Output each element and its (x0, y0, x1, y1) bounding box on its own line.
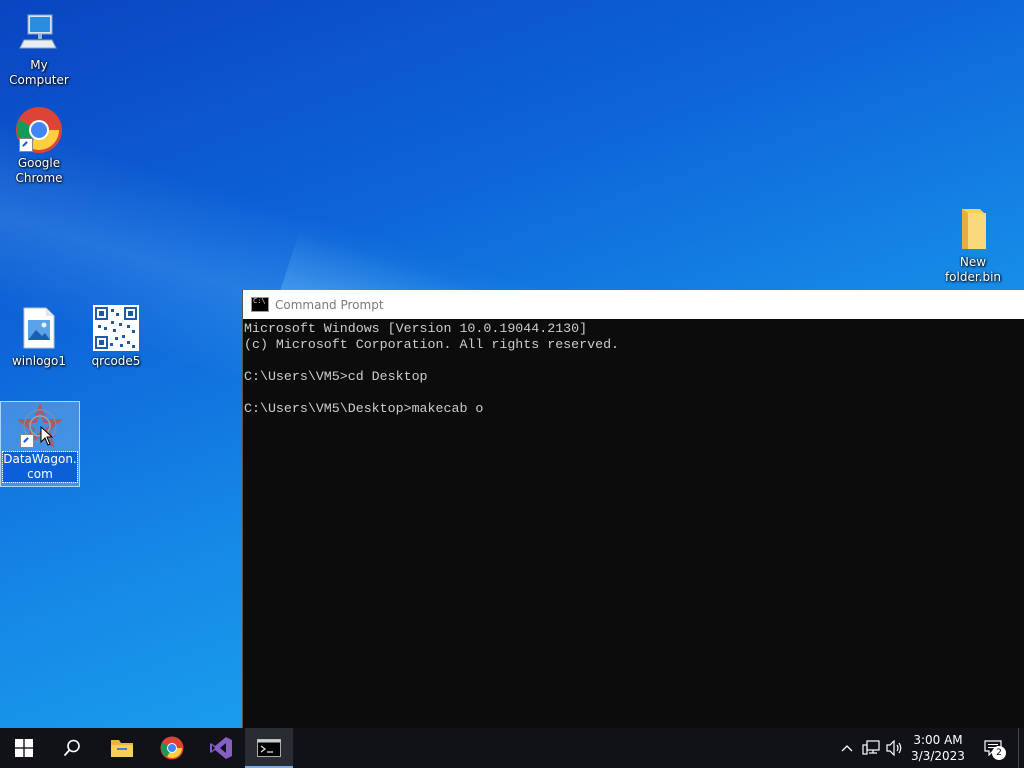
taskbar: 3:00 AM 3/3/2023 2 (0, 728, 1024, 768)
clock-time: 3:00 AM (913, 733, 963, 747)
taskbar-file-explorer[interactable] (98, 728, 146, 768)
desktop-icon-label: DataWagon.com (2, 451, 78, 483)
desktop-icon-qrcode5[interactable]: qrcode5 (77, 304, 155, 369)
search-icon (63, 739, 80, 757)
console-output[interactable]: Microsoft Windows [Version 10.0.19044.21… (243, 319, 1024, 417)
chrome-icon (160, 736, 184, 760)
desktop-icon-google-chrome[interactable]: Google Chrome (0, 106, 78, 186)
desktop-icon-datawagon[interactable]: DataWagon.com (0, 401, 80, 487)
search-button[interactable] (48, 728, 96, 768)
shortcut-arrow-icon (19, 138, 33, 152)
file-explorer-icon (111, 740, 133, 757)
command-prompt-window[interactable]: Command Prompt Microsoft Windows [Versio… (242, 290, 1024, 728)
computer-icon (15, 8, 63, 56)
volume-button[interactable] (884, 728, 906, 768)
speaker-icon (886, 740, 902, 756)
clock-date: 3/3/2023 (911, 749, 965, 763)
console-line: ​ (244, 353, 1024, 369)
system-clock[interactable]: 3:00 AM 3/3/2023 (906, 728, 970, 768)
desktop-icon-label: Google Chrome (15, 156, 63, 185)
chrome-icon (15, 106, 63, 154)
desktop-icon-label: New folder.bin (944, 255, 1002, 284)
desktop-icon-label: winlogo1 (11, 354, 67, 368)
notification-count-badge: 2 (992, 746, 1006, 760)
show-desktop-button[interactable] (1018, 728, 1024, 768)
desktop-icon-new-folder-bin[interactable]: New folder.bin (934, 205, 1012, 285)
console-input-line[interactable]: C:\Users\VM5\Desktop>makecab o (244, 401, 1024, 417)
network-button[interactable] (860, 728, 882, 768)
image-file-icon (15, 304, 63, 352)
notification-icon: 2 (984, 740, 1006, 760)
window-title: Command Prompt (275, 297, 384, 312)
console-line: ​ (244, 385, 1024, 401)
network-icon (862, 740, 880, 755)
console-line: (c) Microsoft Corporation. All rights re… (244, 337, 620, 352)
desktop-icon-my-computer[interactable]: My Computer (0, 8, 78, 88)
desktop-icon-label: My Computer (9, 58, 69, 87)
chevron-up-icon (841, 745, 853, 752)
start-button[interactable] (0, 728, 48, 768)
show-hidden-icons-button[interactable] (836, 728, 858, 768)
command-prompt-icon (257, 739, 281, 757)
shortcut-arrow-icon (20, 434, 34, 448)
mouse-cursor-icon (40, 426, 54, 446)
window-titlebar[interactable]: Command Prompt (243, 290, 1024, 319)
taskbar-visual-studio[interactable] (197, 728, 245, 768)
action-center-button[interactable]: 2 (978, 728, 1008, 768)
console-app-icon (251, 297, 269, 312)
datawagon-icon (16, 402, 64, 450)
console-line: Microsoft Windows [Version 10.0.19044.21… (244, 321, 588, 336)
desktop-icon-winlogo1[interactable]: winlogo1 (0, 304, 78, 369)
taskbar-chrome[interactable] (148, 728, 196, 768)
windows-logo-icon (15, 739, 33, 757)
visual-studio-icon (210, 737, 232, 759)
qrcode-icon (92, 304, 140, 352)
console-line: C:\Users\VM5>cd Desktop (244, 369, 428, 384)
desktop-icon-label: qrcode5 (91, 354, 141, 368)
folder-icon (949, 205, 997, 253)
taskbar-command-prompt[interactable] (245, 728, 293, 768)
